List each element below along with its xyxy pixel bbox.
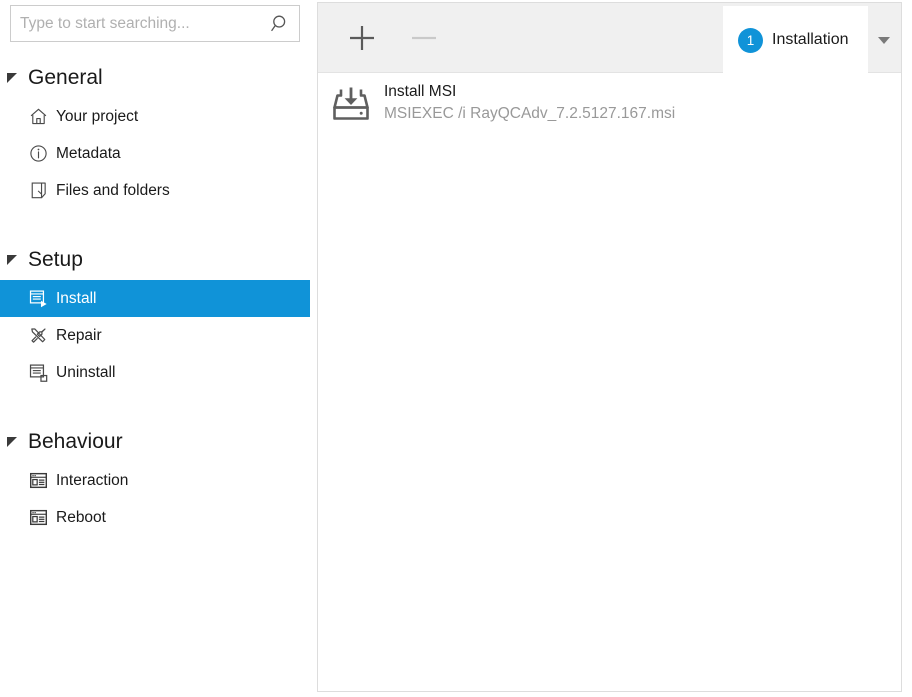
sidebar-item-metadata[interactable]: Metadata <box>0 135 310 172</box>
sidebar-item-label: Files and folders <box>56 172 170 209</box>
search-box[interactable] <box>10 5 300 42</box>
sidebar-item-install[interactable]: Install <box>0 280 310 317</box>
sidebar-group-header-general[interactable]: General <box>0 58 310 98</box>
install-tray-icon <box>332 85 370 123</box>
sidebar-item-label: Reboot <box>56 499 106 536</box>
repair-tools-icon <box>29 326 48 345</box>
expander-triangle-icon[interactable] <box>6 254 18 266</box>
files-folders-icon <box>29 181 48 200</box>
list-item[interactable]: Install MSI MSIEXEC /i RayQCAdv_7.2.5127… <box>318 73 901 133</box>
dialog-window-icon <box>29 471 48 490</box>
tab-label: Installation <box>772 6 849 73</box>
install-icon <box>29 289 48 308</box>
uninstall-icon <box>29 363 48 382</box>
sidebar-item-reboot[interactable]: Reboot <box>0 499 310 536</box>
action-list: Install MSI MSIEXEC /i RayQCAdv_7.2.5127… <box>318 73 901 691</box>
add-button[interactable] <box>334 3 390 72</box>
dialog-window-icon <box>29 508 48 527</box>
application-window: General Your project Metadata <box>0 0 912 697</box>
tab-dropdown-button[interactable] <box>868 6 900 73</box>
plus-icon <box>347 23 377 53</box>
list-item-subtitle: MSIEXEC /i RayQCAdv_7.2.5127.167.msi <box>384 103 675 125</box>
sidebar-item-repair[interactable]: Repair <box>0 317 310 354</box>
sidebar: General Your project Metadata <box>0 0 310 697</box>
home-icon <box>29 107 48 126</box>
search-icon <box>271 14 291 34</box>
sidebar-group-title: Behaviour <box>28 422 123 462</box>
sidebar-item-your-project[interactable]: Your project <box>0 98 310 135</box>
chevron-down-icon <box>875 31 893 49</box>
list-item-title: Install MSI <box>384 81 675 103</box>
remove-button[interactable] <box>396 3 452 72</box>
sidebar-group-general: General Your project Metadata <box>0 58 310 209</box>
sidebar-group-title: General <box>28 58 103 98</box>
sidebar-item-uninstall[interactable]: Uninstall <box>0 354 310 391</box>
minus-icon <box>409 23 439 53</box>
tab-installation[interactable]: 1 Installation <box>723 6 868 73</box>
panel-toolbar: 1 Installation <box>318 3 901 73</box>
sidebar-item-label: Metadata <box>56 135 121 172</box>
info-circle-icon <box>29 144 48 163</box>
sidebar-group-header-behaviour[interactable]: Behaviour <box>0 422 310 462</box>
sidebar-item-label: Your project <box>56 98 138 135</box>
list-item-text: Install MSI MSIEXEC /i RayQCAdv_7.2.5127… <box>384 81 675 125</box>
expander-triangle-icon[interactable] <box>6 72 18 84</box>
expander-triangle-icon[interactable] <box>6 436 18 448</box>
sidebar-group-behaviour: Behaviour Interaction <box>0 422 310 536</box>
sidebar-item-label: Uninstall <box>56 354 115 391</box>
sidebar-item-interaction[interactable]: Interaction <box>0 462 310 499</box>
sidebar-group-setup: Setup Install Repair <box>0 240 310 391</box>
sidebar-group-header-setup[interactable]: Setup <box>0 240 310 280</box>
sidebar-item-label: Install <box>56 280 97 317</box>
search-input[interactable] <box>11 6 266 41</box>
sidebar-item-label: Interaction <box>56 462 128 499</box>
content-panel: 1 Installation Install MSI <box>317 2 902 692</box>
sidebar-item-label: Repair <box>56 317 102 354</box>
sidebar-item-files-and-folders[interactable]: Files and folders <box>0 172 310 209</box>
tab-badge-count: 1 <box>738 28 763 53</box>
sidebar-group-title: Setup <box>28 240 83 280</box>
